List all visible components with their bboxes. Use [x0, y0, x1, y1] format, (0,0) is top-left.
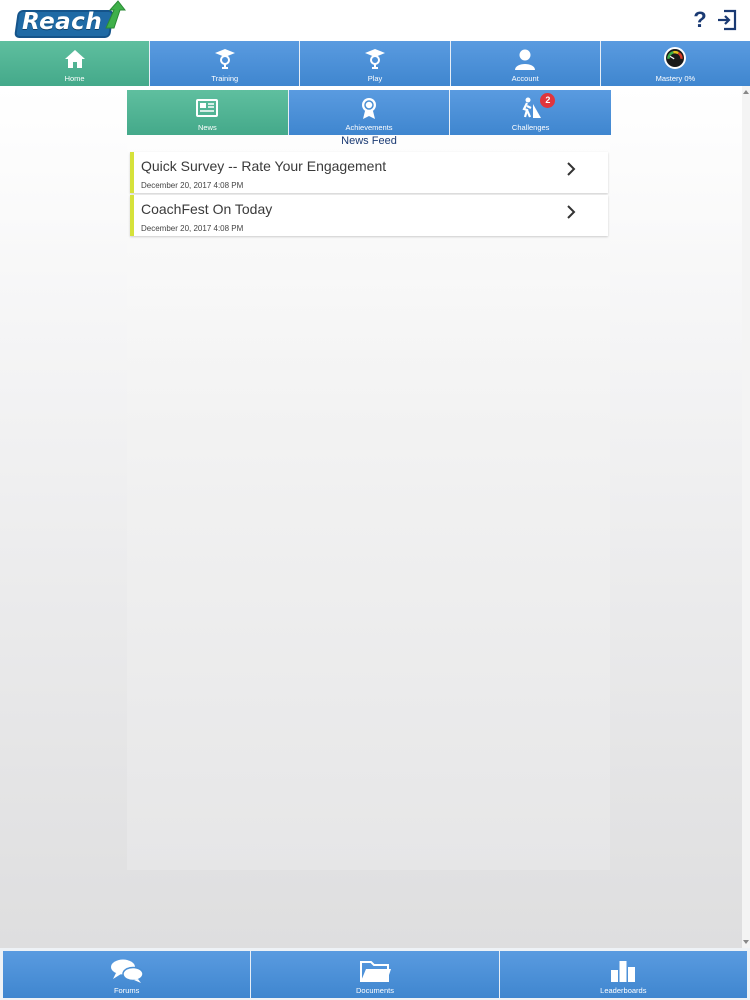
scrollbar[interactable] — [742, 86, 750, 948]
account-icon — [515, 49, 536, 70]
help-icon[interactable]: ? — [690, 8, 710, 32]
tab-training[interactable]: Training — [150, 41, 301, 86]
main-nav: Home Training Play Account Mastery 0% — [0, 41, 750, 86]
achievements-icon — [362, 98, 376, 119]
bottom-nav: Forums Documents Leaderboards — [0, 948, 750, 1000]
news-item-title: CoachFest On Today — [141, 201, 273, 217]
documents-icon — [359, 961, 391, 982]
tab-documents[interactable]: Documents — [251, 951, 500, 998]
logo-arrow-icon — [105, 0, 126, 29]
tab-account[interactable]: Account — [450, 41, 601, 86]
home-subnav: News Achievements 2 Challenges — [127, 90, 612, 135]
logo-text: Reach — [22, 9, 103, 35]
news-item-title: Quick Survey -- Rate Your Engagement — [141, 158, 387, 174]
challenges-badge: 2 — [540, 93, 556, 108]
news-item-date: December 20, 2017 4:08 PM — [141, 181, 244, 190]
news-icon — [196, 99, 219, 117]
training-icon — [214, 49, 235, 69]
tab-mastery[interactable]: Mastery 0% — [600, 41, 750, 86]
home-icon — [64, 50, 85, 68]
news-item-date: December 20, 2017 4:08 PM — [141, 224, 244, 233]
tab-news[interactable]: News — [127, 90, 289, 135]
mastery-gauge-icon — [664, 47, 687, 69]
tab-play[interactable]: Play — [300, 41, 451, 86]
scroll-down-icon[interactable] — [743, 940, 749, 944]
tab-challenges[interactable]: 2 Challenges — [450, 90, 612, 135]
leaderboards-icon — [611, 961, 636, 982]
tab-achievements[interactable]: Achievements — [288, 90, 451, 135]
challenges-icon — [522, 97, 541, 118]
news-item[interactable]: CoachFest On Today December 20, 2017 4:0… — [130, 195, 608, 236]
chevron-right-icon[interactable] — [564, 161, 578, 177]
tab-leaderboards[interactable]: Leaderboards — [499, 951, 747, 998]
tab-play-label: Play — [367, 74, 383, 83]
tab-mastery-label: Mastery 0% — [655, 74, 696, 83]
tab-challenges-label: Challenges — [511, 123, 550, 132]
tab-documents-label: Documents — [356, 986, 394, 995]
tab-forums[interactable]: Forums — [3, 951, 252, 998]
tab-training-label: Training — [211, 74, 239, 83]
chevron-right-icon[interactable] — [564, 204, 578, 220]
tab-home-label: Home — [64, 74, 85, 83]
news-feed-title: News Feed — [341, 135, 397, 147]
tab-leaderboards-label: Leaderboards — [600, 986, 647, 995]
app-header: Reach ? — [0, 0, 750, 41]
tab-home[interactable]: Home — [0, 41, 151, 86]
play-icon — [365, 49, 385, 69]
news-item[interactable]: Quick Survey -- Rate Your Engagement Dec… — [130, 152, 608, 193]
logout-icon[interactable] — [716, 9, 738, 31]
scroll-up-icon[interactable] — [743, 90, 749, 94]
tab-achievements-label: Achievements — [345, 123, 393, 132]
tab-news-label: News — [197, 123, 217, 132]
forums-icon — [110, 959, 144, 983]
tab-forums-label: Forums — [113, 986, 140, 995]
reach-logo[interactable]: Reach — [14, 0, 126, 40]
tab-account-label: Account — [511, 74, 539, 83]
